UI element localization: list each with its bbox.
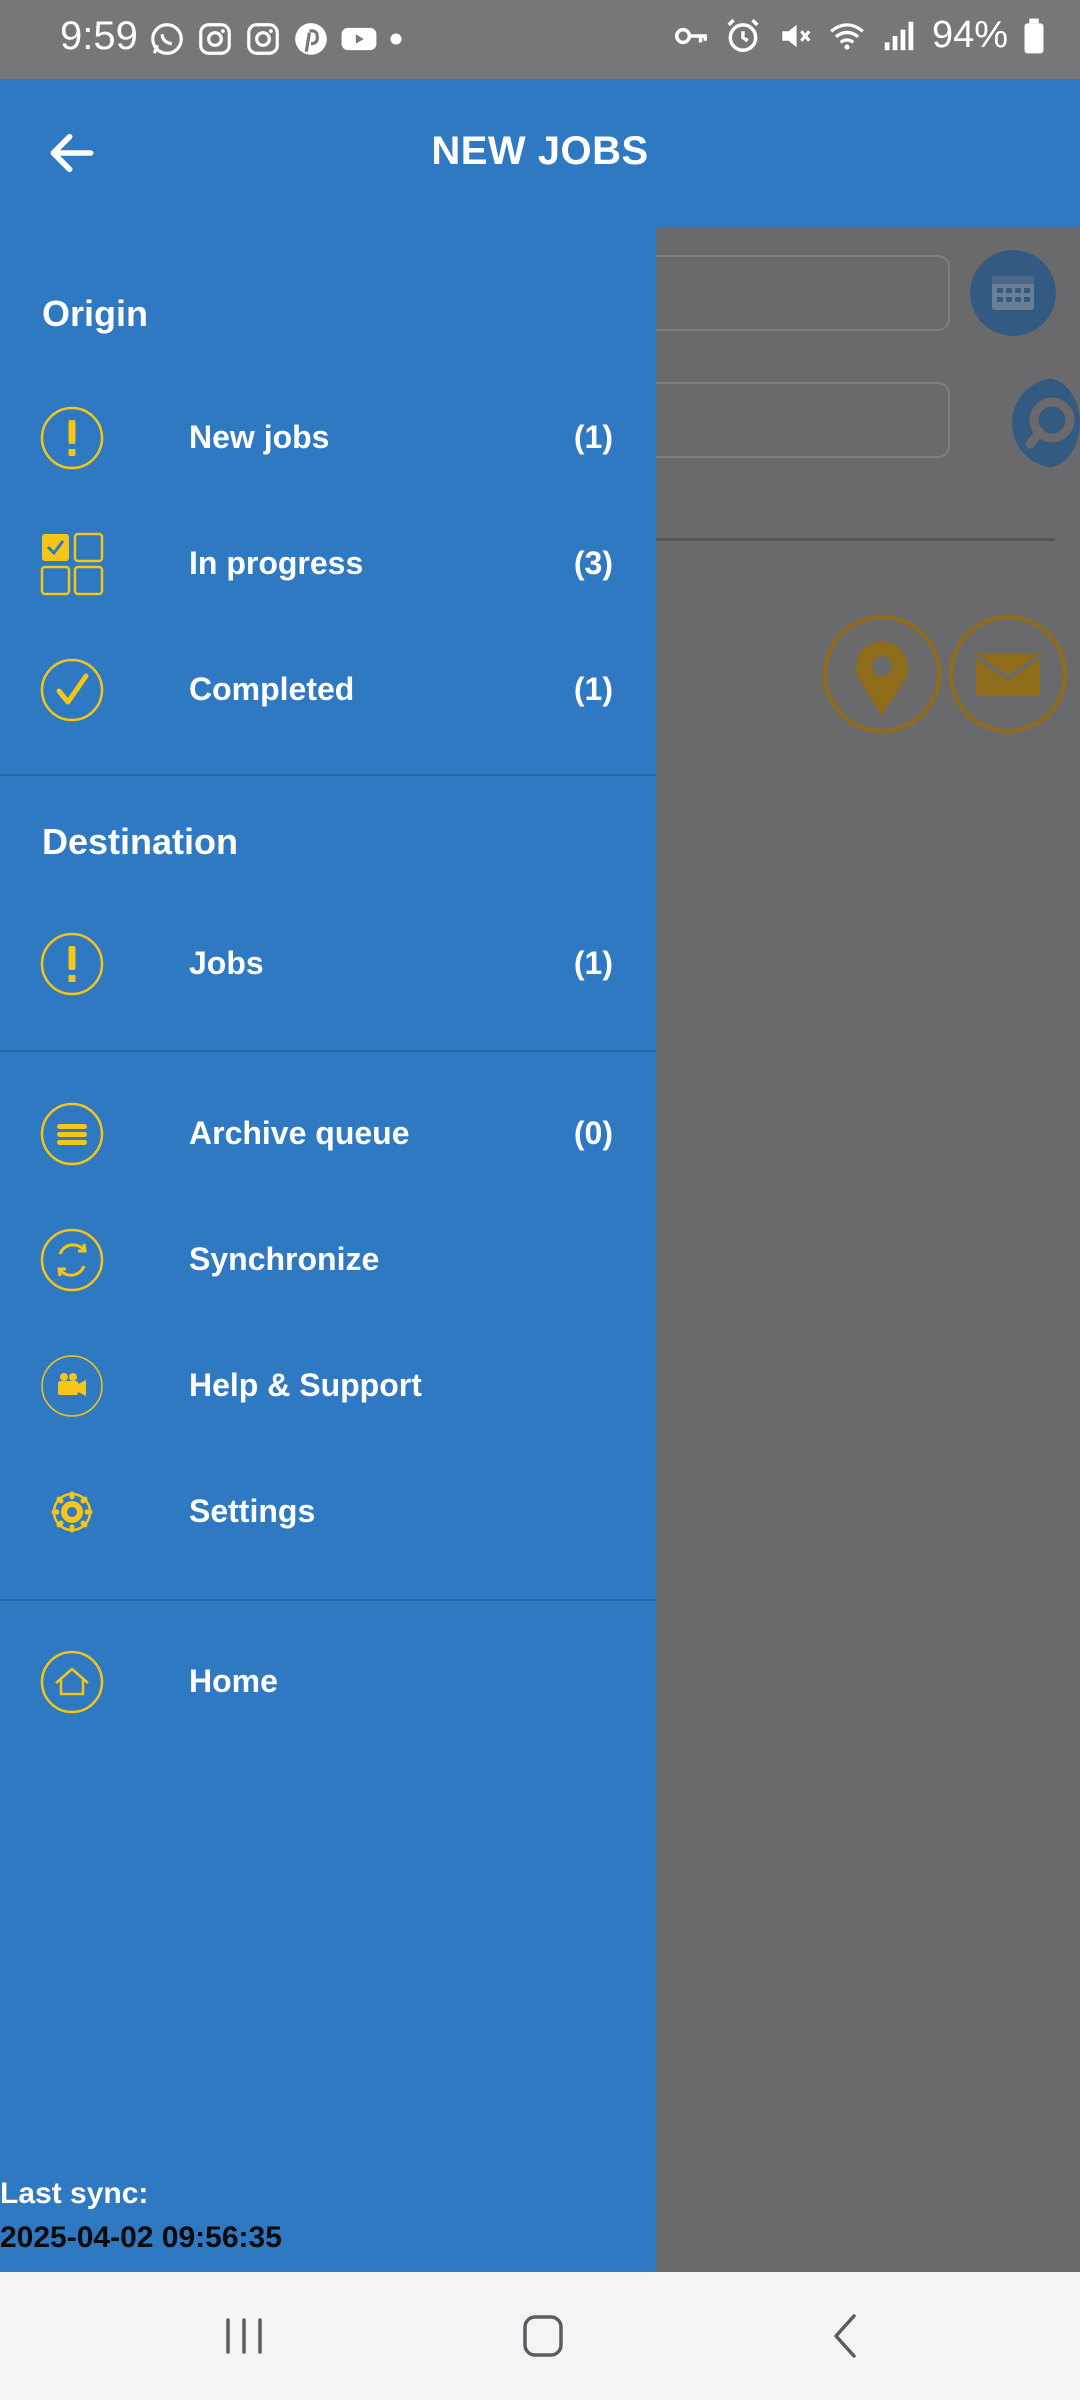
menu-item-jobs[interactable]: Jobs (1) bbox=[0, 909, 656, 1019]
wifi-icon bbox=[830, 22, 864, 50]
battery-icon bbox=[1024, 18, 1044, 53]
menu-item-count: (1) bbox=[573, 945, 613, 981]
menu-item-completed[interactable]: Completed (1) bbox=[0, 635, 656, 745]
navigation-drawer: Origin New jobs (1) In progress (3) Comp… bbox=[0, 227, 656, 2272]
exclamation-circle-icon bbox=[40, 406, 104, 470]
menu-item-archive-queue[interactable]: Archive queue (0) bbox=[0, 1079, 656, 1189]
key-icon bbox=[674, 27, 707, 44]
menu-item-label: Help & Support bbox=[189, 1367, 422, 1403]
checklist-grid-icon bbox=[40, 532, 104, 596]
status-time: 9:59 bbox=[60, 14, 138, 58]
last-sync-timestamp: 2025-04-02 09:56:35 bbox=[0, 2221, 282, 2254]
system-navigation-bar bbox=[0, 2272, 1080, 2400]
menu-item-label: Home bbox=[189, 1663, 278, 1699]
mail-icon[interactable] bbox=[948, 614, 1068, 734]
map-pin-icon[interactable] bbox=[822, 614, 942, 734]
gear-icon bbox=[51, 1491, 93, 1533]
system-icons: 94% bbox=[672, 14, 1046, 57]
instagram-icon bbox=[247, 23, 279, 55]
dot-icon bbox=[390, 33, 402, 45]
last-sync-label: Last sync: bbox=[0, 2177, 149, 2210]
date-field[interactable] bbox=[655, 255, 950, 331]
menu-item-count: (0) bbox=[573, 1115, 613, 1151]
video-camera-icon bbox=[41, 1355, 103, 1417]
menu-item-count: (1) bbox=[573, 419, 613, 455]
youtube-icon bbox=[341, 27, 377, 51]
menu-item-synchronize[interactable]: Synchronize bbox=[0, 1205, 656, 1315]
notification-icons bbox=[148, 20, 404, 58]
menu-item-home[interactable]: Home bbox=[0, 1627, 656, 1737]
menu-item-label: Settings bbox=[189, 1493, 316, 1529]
drawer-divider bbox=[0, 1599, 656, 1601]
search-field[interactable] bbox=[655, 382, 950, 458]
menu-item-new-jobs[interactable]: New jobs (1) bbox=[0, 383, 656, 493]
destination-section-title: Destination bbox=[42, 821, 239, 862]
menu-item-help-support[interactable]: Help & Support bbox=[0, 1331, 656, 1441]
home-icon bbox=[40, 1650, 104, 1714]
mute-icon bbox=[782, 24, 811, 47]
drawer-divider bbox=[0, 1050, 656, 1052]
menu-item-label: Jobs bbox=[189, 945, 264, 981]
background-content bbox=[655, 227, 1080, 2272]
recent-apps-icon[interactable] bbox=[214, 2308, 274, 2364]
whatsapp-icon bbox=[151, 23, 183, 55]
menu-item-label: Archive queue bbox=[189, 1115, 410, 1151]
back-nav-icon[interactable] bbox=[816, 2308, 876, 2364]
home-nav-icon[interactable] bbox=[513, 2308, 573, 2364]
menu-item-in-progress[interactable]: In progress (3) bbox=[0, 509, 656, 619]
menu-item-count: (1) bbox=[573, 671, 613, 707]
pinterest-icon bbox=[295, 23, 327, 55]
page-title: NEW JOBS bbox=[431, 129, 649, 173]
drawer-divider bbox=[0, 774, 656, 776]
battery-percent: 94% bbox=[931, 14, 1008, 56]
stack-icon bbox=[40, 1102, 104, 1166]
origin-section-title: Origin bbox=[42, 293, 148, 334]
menu-item-label: In progress bbox=[189, 545, 364, 581]
menu-item-label: Synchronize bbox=[189, 1241, 380, 1277]
status-bar: 9:59 94% bbox=[0, 0, 1080, 79]
menu-item-count: (3) bbox=[573, 545, 613, 581]
menu-item-label: New jobs bbox=[189, 419, 330, 455]
sync-icon bbox=[40, 1228, 104, 1292]
instagram-icon bbox=[199, 23, 231, 55]
check-circle-icon bbox=[40, 658, 104, 722]
signal-icon bbox=[884, 21, 914, 50]
exclamation-circle-icon bbox=[40, 932, 104, 996]
alarm-icon bbox=[727, 18, 759, 52]
divider-line bbox=[655, 538, 1055, 541]
calendar-icon[interactable] bbox=[970, 250, 1056, 336]
menu-item-label: Completed bbox=[189, 671, 355, 707]
app-header: NEW JOBS bbox=[0, 79, 1080, 227]
search-icon[interactable] bbox=[1012, 378, 1080, 468]
menu-item-settings[interactable]: Settings bbox=[0, 1457, 656, 1567]
